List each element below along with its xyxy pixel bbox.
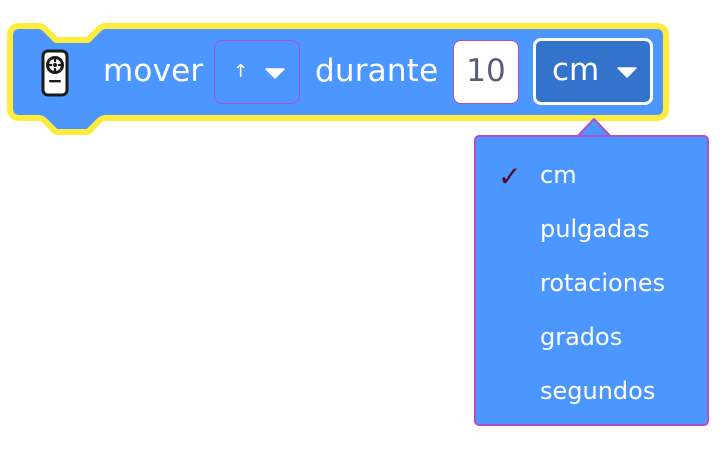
distance-input[interactable]: 10 — [453, 40, 519, 104]
during-label: durante — [315, 53, 439, 89]
menu-item-grados[interactable]: grados — [476, 316, 707, 362]
menu-item-cm[interactable]: ✓ cm — [476, 154, 707, 200]
move-label: mover — [103, 53, 204, 89]
remote-control-icon — [41, 49, 69, 97]
unit-dropdown-menu: ✓ cm pulgadas rotaciones grados segundos — [474, 135, 709, 426]
menu-item-pulgadas[interactable]: pulgadas — [476, 208, 707, 254]
menu-item-label: pulgadas — [540, 215, 650, 243]
menu-item-label: grados — [540, 323, 623, 351]
chevron-down-icon — [265, 68, 285, 79]
unit-dropdown[interactable]: cm — [533, 38, 653, 105]
direction-value: ↑ — [233, 61, 249, 82]
menu-item-label: rotaciones — [540, 269, 666, 297]
chevron-down-icon — [617, 67, 637, 78]
checkmark-icon: ✓ — [498, 160, 522, 193]
menu-item-rotaciones[interactable]: rotaciones — [476, 262, 707, 308]
menu-item-label: cm — [540, 161, 577, 189]
menu-item-label: segundos — [540, 377, 656, 405]
direction-dropdown[interactable]: ↑ — [214, 40, 300, 104]
unit-value: cm — [552, 52, 600, 88]
menu-item-segundos[interactable]: segundos — [476, 370, 707, 416]
block-workspace: mover ↑ durante 10 cm ✓ cm pulgadas rota… — [0, 0, 726, 450]
